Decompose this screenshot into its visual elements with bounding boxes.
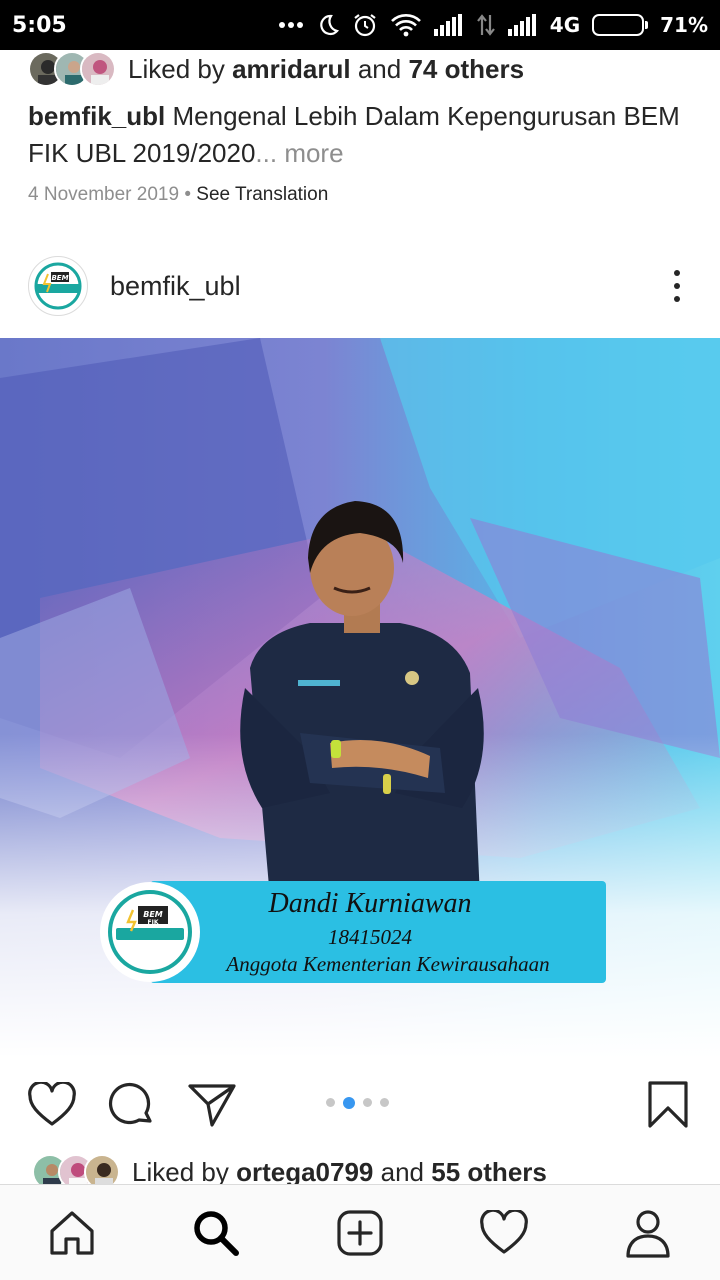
carousel-dot [343,1096,355,1109]
post-actions [0,1070,720,1134]
others-likes-link[interactable]: 74 others [408,54,524,84]
liker-username-link[interactable]: ortega0799 [236,1157,373,1187]
svg-text:BEM: BEM [51,274,68,282]
save-bookmark-icon[interactable] [642,1080,694,1130]
data-transfer-icon [476,13,496,37]
search-icon[interactable] [186,1203,246,1263]
banner-role: Anggota Kementerian Kewirausahaan [224,952,549,976]
liked-by-label: Liked by [132,1156,229,1187]
banner-id: 18415024 [328,925,413,949]
profile-icon[interactable] [618,1203,678,1263]
and-label: and [380,1156,425,1187]
alarm-clock-icon [352,12,378,38]
likes-summary: Liked by amridarul and 74 others [128,54,524,85]
do-not-disturb-moon-icon [316,13,340,37]
svg-text:BEM: BEM [143,910,163,919]
network-type: 4G [549,13,581,37]
post-photo: Dandi Kurniawan 18415024 Anggota Kemente… [0,338,720,1058]
banner-name: Dandi Kurniawan [267,888,471,919]
bottom-navigation [0,1184,720,1280]
bem-fik-logo-icon: BEM [32,260,84,312]
comment-icon[interactable] [106,1080,158,1130]
liked-by-label: Liked by [128,53,225,84]
post-date: 4 November 2019 [28,184,180,205]
likes-summary: Liked by ortega0799 and 55 others [132,1157,547,1188]
battery-percent: 71% [660,13,708,37]
liker-avatars [28,51,116,87]
and-label: and [357,53,402,84]
signal-bars-1-icon [433,14,464,36]
status-time: 5:05 [12,12,67,38]
carousel-dot [380,1098,389,1107]
post-meta: 4 November 2019 • See Translation [28,184,328,206]
see-translation-link[interactable]: See Translation [196,184,328,205]
status-bar: 5:05 4G 71% [0,0,720,50]
more-notifications-icon [278,21,304,29]
like-heart-icon[interactable] [26,1080,78,1130]
caption-username-link[interactable]: bemfik_ubl [28,101,165,131]
meta-separator: • [184,184,191,205]
caption-more-link[interactable]: ... more [255,138,343,168]
avatar [80,51,116,87]
battery-icon [592,14,649,36]
status-icons: 4G 71% [278,12,708,38]
post-header: BEM bemfik_ubl [0,250,720,322]
wifi-icon [390,13,422,37]
profile-avatar[interactable]: BEM [28,256,88,316]
post-image[interactable]: Dandi Kurniawan 18415024 Anggota Kemente… [0,338,720,1058]
name-banner: Dandi Kurniawan 18415024 Anggota Kemente… [100,881,606,983]
carousel-indicator [326,1096,389,1109]
more-options-icon[interactable] [662,266,692,306]
post-username[interactable]: bemfik_ubl [110,271,241,302]
home-icon[interactable] [42,1203,102,1263]
previous-post-likes[interactable]: Liked by amridarul and 74 others [28,50,524,88]
svg-text:FIK: FIK [148,919,159,926]
previous-post-caption: bemfik_ubl Mengenal Lebih Dalam Kepengur… [28,98,688,172]
new-post-icon[interactable] [330,1203,390,1263]
liker-username-link[interactable]: amridarul [232,54,351,84]
carousel-dot [326,1098,335,1107]
share-direct-icon[interactable] [186,1080,238,1130]
activity-icon[interactable] [474,1203,534,1263]
carousel-dot [363,1098,372,1107]
others-likes-link[interactable]: 55 others [431,1157,547,1187]
signal-bars-2-icon [507,14,538,36]
